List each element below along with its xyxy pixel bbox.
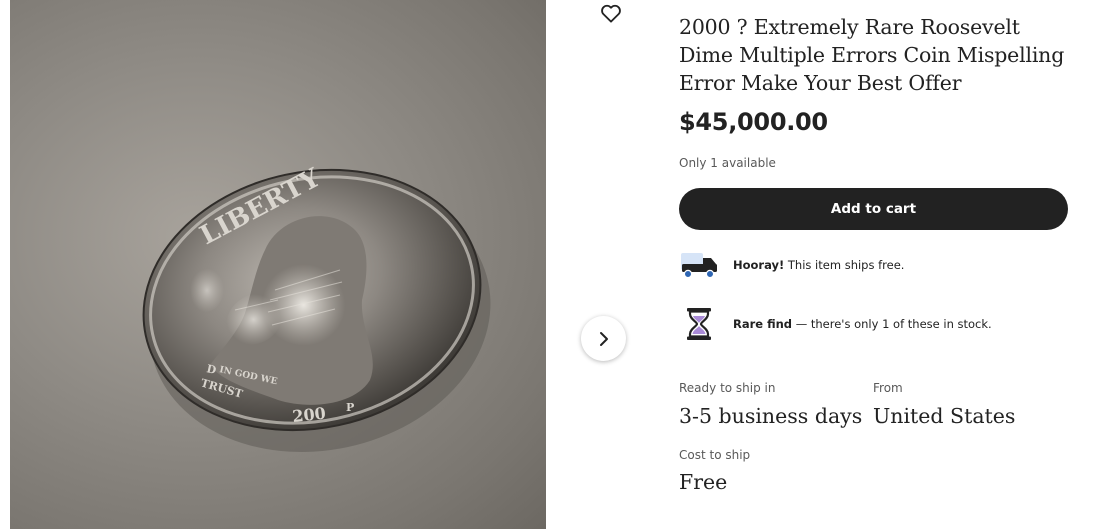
perk-text: — there's only 1 of these in stock. — [792, 317, 992, 331]
listing-title: 2000 ? Extremely Rare Roosevelt Dime Mul… — [679, 15, 1065, 95]
availability-text: Only 1 available — [679, 156, 776, 170]
ready-to-ship-label: Ready to ship in — [679, 381, 776, 395]
heart-icon — [601, 4, 621, 23]
cost-to-ship-label: Cost to ship — [679, 448, 751, 462]
ships-from-label: From — [873, 381, 903, 395]
ships-from-value: United States — [873, 404, 1016, 428]
coin-photo: LIBERTY D IN GOD WE TRUST 200 P — [142, 163, 491, 452]
free-shipping-perk: Hooray! This item ships free. — [679, 245, 904, 285]
rare-find-perk: Rare find — there's only 1 of these in s… — [679, 304, 992, 344]
add-to-cart-button[interactable]: Add to cart — [679, 188, 1068, 230]
listing-price: $45,000.00 — [679, 108, 828, 136]
favorite-button[interactable] — [596, 0, 626, 26]
hourglass-icon — [679, 304, 719, 344]
next-image-button[interactable] — [581, 316, 626, 361]
truck-icon — [679, 245, 719, 285]
ready-to-ship-value: 3-5 business days — [679, 404, 863, 428]
chevron-right-icon — [599, 331, 608, 346]
perk-strong: Hooray! — [733, 258, 785, 272]
product-image[interactable]: LIBERTY D IN GOD WE TRUST 200 P — [10, 0, 546, 529]
perk-text: This item ships free. — [784, 258, 905, 272]
coin-legend-mint-mark: P — [346, 401, 354, 414]
cost-to-ship-value: Free — [679, 470, 728, 494]
coin-legend-year: 200 — [291, 404, 326, 426]
perk-strong: Rare find — [733, 317, 793, 331]
